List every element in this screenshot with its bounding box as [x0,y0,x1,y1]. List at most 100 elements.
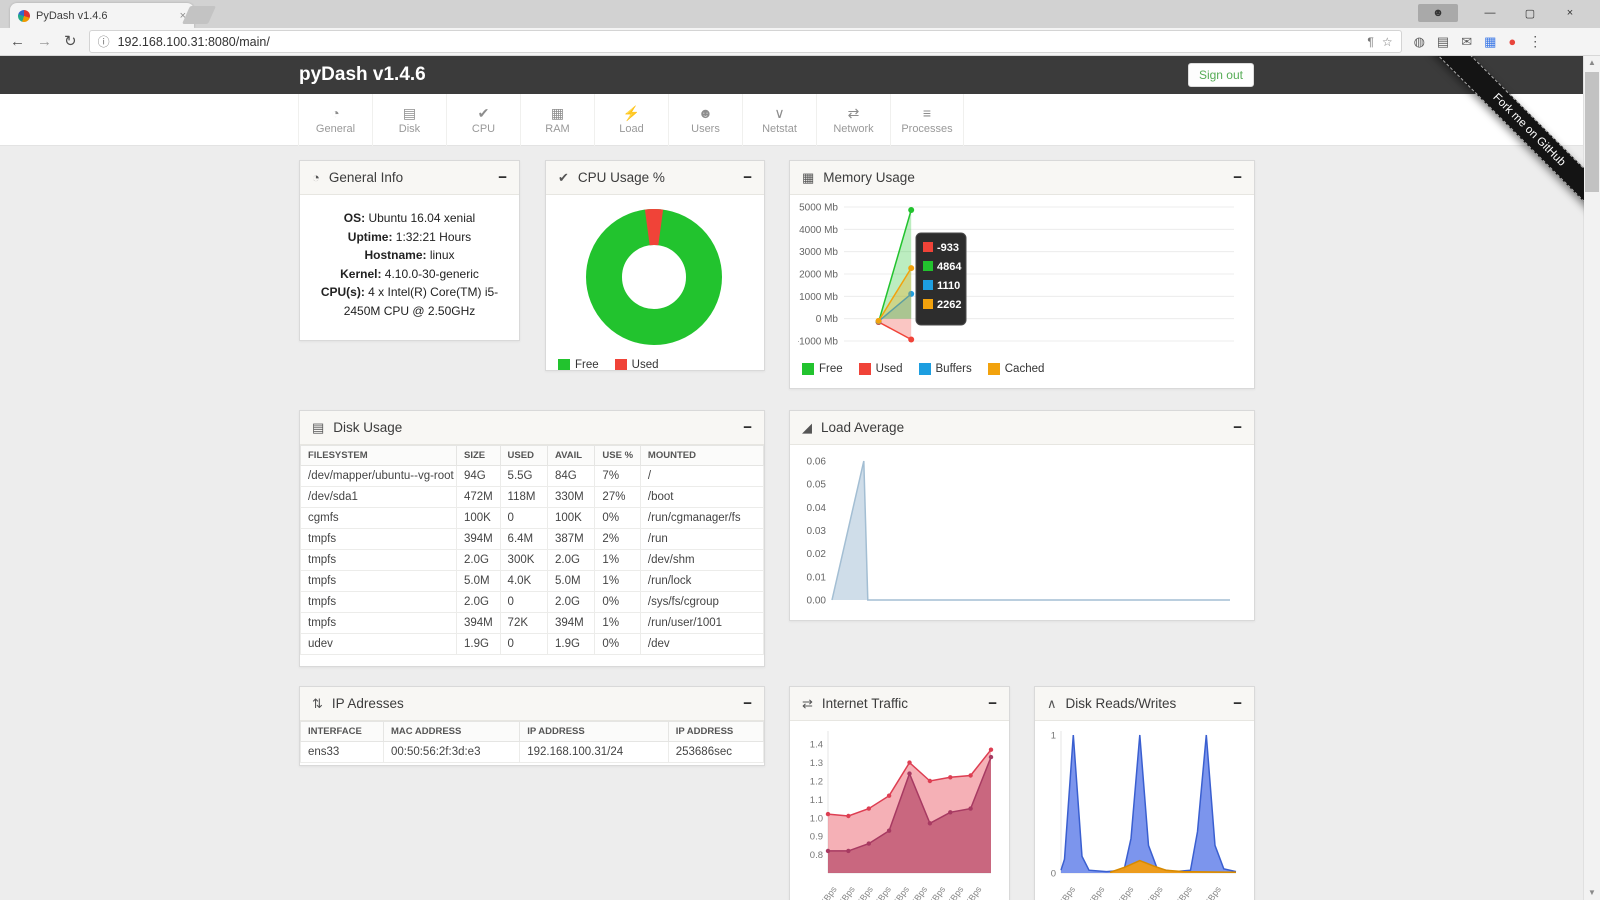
collapse-button[interactable]: − [1233,420,1242,435]
svg-text:3000 Mb: 3000 Mb [799,247,838,258]
svg-text:1000 Mb: 1000 Mb [799,292,838,303]
svg-text:0.06: 0.06 [807,457,827,468]
svg-text:KBps: KBps [909,884,930,900]
table-cell: tmpfs [301,550,457,571]
profile-icon[interactable]: ☻ [1418,4,1458,22]
extension-printer-icon[interactable]: ▤ [1437,35,1449,48]
legend-item: Free [558,359,599,371]
svg-text:1: 1 [1051,731,1056,742]
svg-text:KBps: KBps [836,884,857,900]
svg-text:KBps: KBps [818,884,839,900]
panel-disk-reads-writes: ∧ Disk Reads/Writes − 10KBpsKBpsKBpsKBps… [1034,686,1255,900]
svg-text:-1000 Mb: -1000 Mb [798,337,838,348]
extension-circle-icon[interactable]: ● [1508,35,1516,48]
forward-icon[interactable]: → [37,34,52,49]
extension-grid-icon[interactable]: ▦ [1484,35,1496,48]
svg-text:0.04: 0.04 [807,503,827,514]
browser-tab[interactable]: PyDash v1.4.6 × [10,3,194,28]
panel-general-info: ◔ General Info − OS: Ubuntu 16.04 xenial… [299,160,520,341]
svg-text:0.9: 0.9 [810,832,823,843]
table-row: tmpfs394M6.4M387M2%/run [301,529,764,550]
browser-menu-icon[interactable]: ⋮ [1528,33,1542,50]
column-header: USE % [595,446,641,466]
svg-text:KBps: KBps [1173,884,1194,900]
nav-tab-ram[interactable]: ▦ RAM [520,94,594,146]
collapse-button[interactable]: − [498,170,507,185]
collapse-button[interactable]: − [743,420,752,435]
table-cell: 5.5G [500,466,547,487]
panel-title: Load Average [821,420,904,435]
svg-text:KBps: KBps [854,884,875,900]
nav-tab-users[interactable]: ☻ Users [668,94,742,146]
nav-tab-disk[interactable]: ▤ Disk [372,94,446,146]
sign-out-button[interactable]: Sign out [1188,63,1254,87]
table-cell: 394M [456,613,500,634]
caret-up-icon: ∧ [1047,697,1057,710]
svg-text:KBps: KBps [963,884,984,900]
table-cell: 1% [595,613,641,634]
legend-item: Used [615,359,659,371]
cpu-chart-legend: Free Used [546,356,764,371]
legend-label: Cached [1005,363,1045,375]
table-cell: 1.9G [547,634,594,655]
nav-tab-netstat[interactable]: ∨ Netstat [742,94,816,146]
nav-tab-network[interactable]: ⇄ Network [816,94,890,146]
svg-text:4864: 4864 [937,261,962,273]
table-row: /dev/sda1472M118M330M27%/boot [301,487,764,508]
svg-text:1.4: 1.4 [810,740,823,751]
page-info-icon[interactable]: ⓘ [98,33,110,50]
panel-title: Disk Usage [333,420,402,435]
panel-header: ✔ CPU Usage % − [546,161,764,195]
nav-tab-load[interactable]: ⚡ Load [594,94,668,146]
table-cell: 72K [500,613,547,634]
legend-label: Buffers [936,363,972,375]
table-cell: 330M [547,487,594,508]
legend-swatch [919,363,931,375]
collapse-button[interactable]: − [1233,170,1242,185]
scroll-down-icon[interactable]: ▼ [1584,886,1600,900]
collapse-button[interactable]: − [743,696,752,711]
extension-globe-icon[interactable]: ◍ [1414,35,1425,48]
panel-ip-addresses: ⇅ IP Adresses − INTERFACEMAC ADDRESSIP A… [299,686,765,766]
legend-item: Used [859,363,903,375]
scroll-up-icon[interactable]: ▲ [1584,56,1600,70]
nav-tab-cpu[interactable]: ✔ CPU [446,94,520,146]
legend-swatch [615,359,627,371]
table-cell: 387M [547,529,594,550]
general-info-field: OS: Ubuntu 16.04 xenial [308,209,511,228]
collapse-button[interactable]: − [1233,696,1242,711]
collapse-button[interactable]: − [743,170,752,185]
collapse-button[interactable]: − [988,696,997,711]
panel-header: ▦ Memory Usage − [790,161,1254,195]
svg-text:0.8: 0.8 [810,850,823,861]
panel-title: Internet Traffic [822,696,908,711]
table-cell: 2.0G [456,550,500,571]
memory-line-chart: 5000 Mb4000 Mb3000 Mb2000 Mb1000 Mb0 Mb-… [790,195,1254,360]
table-row: tmpfs2.0G300K2.0G1%/dev/shm [301,550,764,571]
nav-tab-general[interactable]: ◔ General [298,94,372,146]
extension-mail-icon[interactable]: ✉ [1461,35,1472,48]
panel-cpu-usage: ✔ CPU Usage % − Free Used [545,160,765,371]
table-cell: /run/lock [640,571,763,592]
reader-icon[interactable]: ¶ [1367,35,1373,49]
table-row: tmpfs5.0M4.0K5.0M1%/run/lock [301,571,764,592]
svg-text:0 Mb: 0 Mb [816,314,839,325]
window-maximize-button[interactable]: ▢ [1510,7,1550,20]
window-close-button[interactable]: × [1550,7,1590,19]
nav-tab-processes[interactable]: ≡ Processes [890,94,964,146]
url-bar[interactable]: ⓘ 192.168.100.31:8080/main/ ¶ ☆ [89,30,1402,53]
table-cell: 0% [595,634,641,655]
table-cell: 00:50:56:2f:3d:e3 [383,742,519,763]
table-cell: 0% [595,508,641,529]
url-text[interactable]: 192.168.100.31:8080/main/ [118,35,1360,49]
table-cell: cgmfs [301,508,457,529]
back-icon[interactable]: ← [10,34,25,49]
window-minimize-button[interactable]: — [1470,7,1510,19]
page-scrollbar[interactable]: ▲ ▼ [1583,56,1600,900]
panel-title: Disk Reads/Writes [1066,696,1177,711]
bookmark-star-icon[interactable]: ☆ [1382,35,1393,49]
panel-header: ⇅ IP Adresses − [300,687,764,721]
table-cell: / [640,466,763,487]
scrollbar-thumb[interactable] [1585,72,1599,192]
reload-icon[interactable]: ↻ [64,34,77,49]
